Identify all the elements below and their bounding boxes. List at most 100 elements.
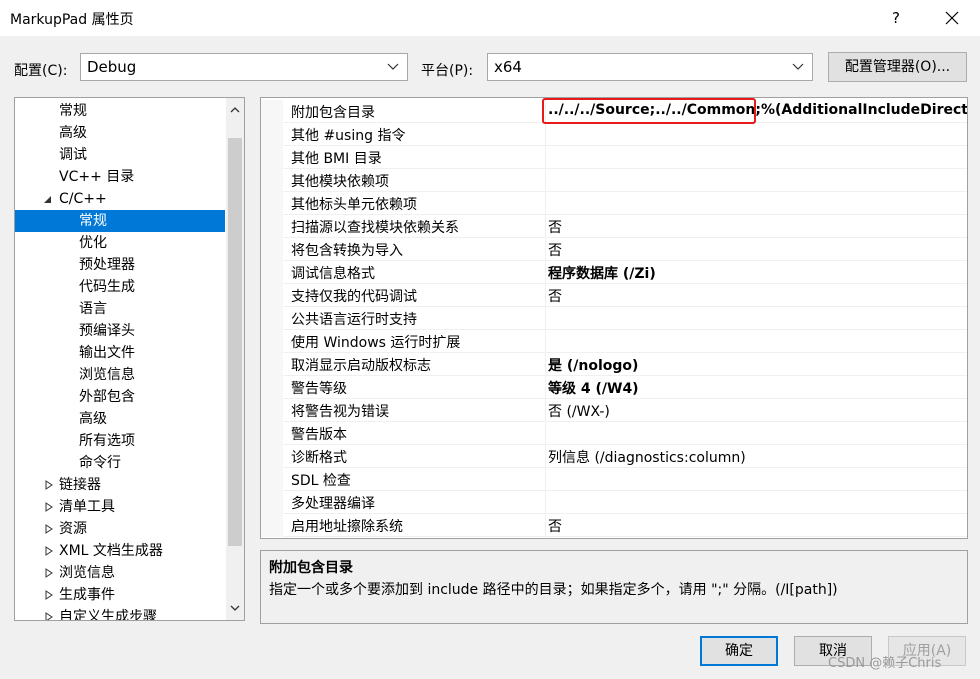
tree-item[interactable]: 浏览信息 (15, 364, 225, 386)
tree-item[interactable]: 调试 (15, 144, 225, 166)
property-value[interactable]: 否 (548, 240, 562, 260)
tree-item[interactable]: 优化 (15, 232, 225, 254)
property-row[interactable]: 警告等级 等级 4 (/W4) (261, 376, 967, 399)
close-button[interactable] (938, 4, 966, 32)
row-gutter (261, 307, 283, 330)
tree-item[interactable]: 命令行 (15, 452, 225, 474)
tree-item[interactable]: 外部包含 (15, 386, 225, 408)
property-name: 扫描源以查找模块依赖关系 (291, 220, 459, 236)
tree-item[interactable]: 预处理器 (15, 254, 225, 276)
collapsed-triangle-icon[interactable] (44, 524, 54, 534)
tree-item-label: 生成事件 (59, 587, 115, 603)
property-value[interactable]: 否 (548, 217, 562, 237)
watermark: CSDN @赖子Chris (828, 656, 942, 671)
tree-item[interactable]: 生成事件 (15, 584, 225, 606)
collapsed-triangle-icon[interactable] (44, 568, 54, 578)
tree-item[interactable]: 预编译头 (15, 320, 225, 342)
tree-item[interactable]: 所有选项 (15, 430, 225, 452)
tree-item[interactable]: 清单工具 (15, 496, 225, 518)
ok-button[interactable]: 确定 (700, 636, 778, 666)
row-gutter (261, 422, 283, 445)
chevron-down-icon[interactable] (229, 602, 241, 614)
property-row[interactable]: 诊断格式 列信息 (/diagnostics:column) (261, 445, 967, 468)
row-gutter (261, 399, 283, 422)
property-row[interactable]: 将包含转换为导入 否 (261, 238, 967, 261)
tree-item-label: 语言 (79, 301, 107, 317)
tree-item[interactable]: 链接器 (15, 474, 225, 496)
category-tree[interactable]: 常规 高级 调试 VC++ 目录 C/C++ 常规 优化 预处理器 代码生成 语… (14, 97, 245, 621)
config-select[interactable]: Debug (80, 53, 408, 81)
property-name: 其他模块依赖项 (291, 174, 389, 190)
tree-item[interactable]: 常规 (15, 100, 225, 122)
chevron-up-icon[interactable] (229, 104, 241, 116)
tree-scrollbar-thumb[interactable] (228, 138, 242, 546)
property-value[interactable]: 否 (548, 516, 562, 536)
tree-item[interactable]: 高级 (15, 122, 225, 144)
collapsed-triangle-icon[interactable] (44, 590, 54, 600)
property-row[interactable]: 启用地址擦除系统 否 (261, 514, 967, 537)
property-value[interactable]: 否 (548, 286, 562, 306)
property-row[interactable]: 扫描源以查找模块依赖关系 否 (261, 215, 967, 238)
property-name: 其他标头单元依赖项 (291, 197, 417, 213)
tree-item-label: 高级 (79, 411, 107, 427)
tree-item-label: 清单工具 (59, 499, 115, 515)
platform-value: x64 (494, 58, 522, 76)
tree-item[interactable]: VC++ 目录 (15, 166, 225, 188)
tree-item[interactable]: 代码生成 (15, 276, 225, 298)
tree-item-cpp[interactable]: C/C++ (15, 188, 225, 210)
collapsed-triangle-icon[interactable] (44, 502, 54, 512)
title-bar: MarkupPad 属性页 ? (0, 0, 980, 36)
tree-item[interactable]: 资源 (15, 518, 225, 540)
property-name: 取消显示启动版权标志 (291, 358, 431, 374)
collapsed-triangle-icon[interactable] (44, 480, 54, 490)
tree-item[interactable]: 高级 (15, 408, 225, 430)
tree-item[interactable]: 浏览信息 (15, 562, 225, 584)
property-row[interactable]: 其他 BMI 目录 (261, 146, 967, 169)
property-row[interactable]: 支持仅我的代码调试 否 (261, 284, 967, 307)
configuration-manager-button[interactable]: 配置管理器(O)... (828, 52, 967, 82)
row-gutter (261, 238, 283, 261)
property-row[interactable]: 取消显示启动版权标志 是 (/nologo) (261, 353, 967, 376)
property-value[interactable]: 列信息 (/diagnostics:column) (548, 447, 746, 467)
collapsed-triangle-icon[interactable] (44, 612, 54, 621)
help-button[interactable]: ? (884, 6, 908, 30)
property-row[interactable]: 其他模块依赖项 (261, 169, 967, 192)
tree-item-cpp-general[interactable]: 常规 (15, 210, 225, 232)
property-row[interactable]: 警告版本 (261, 422, 967, 445)
property-name: 支持仅我的代码调试 (291, 289, 417, 305)
description-text: 指定一个或多个要添加到 include 路径中的目录；如果指定多个，请用 ";"… (269, 582, 838, 598)
property-row[interactable]: 将警告视为错误 否 (/WX-) (261, 399, 967, 422)
description-title: 附加包含目录 (269, 560, 353, 576)
expanded-triangle-icon[interactable] (42, 194, 52, 204)
tree-item[interactable]: 输出文件 (15, 342, 225, 364)
property-value[interactable]: 等级 4 (/W4) (548, 378, 639, 398)
property-name: 将警告视为错误 (291, 404, 389, 420)
property-value[interactable]: 是 (/nologo) (548, 355, 638, 375)
platform-select[interactable]: x64 (487, 53, 813, 81)
row-gutter (261, 192, 283, 215)
property-name: 诊断格式 (291, 450, 347, 466)
tree-item-label: 常规 (79, 213, 107, 229)
tree-item-label: 浏览信息 (59, 565, 115, 581)
tree-scrollbar[interactable] (226, 98, 244, 620)
tree-item-label: 外部包含 (79, 389, 135, 405)
property-row[interactable]: 多处理器编译 (261, 491, 967, 514)
property-grid[interactable]: 附加包含目录 ../../../Source;../../Common;%(Add… (260, 97, 968, 539)
property-value[interactable]: 程序数据库 (/Zi) (548, 263, 656, 283)
property-row[interactable]: 其他 #using 指令 (261, 123, 967, 146)
property-name: SDL 检查 (291, 473, 351, 489)
property-row[interactable]: 公共语言运行时支持 (261, 307, 967, 330)
property-row[interactable]: SDL 检查 (261, 468, 967, 491)
highlight-annotation-box (542, 98, 756, 124)
row-gutter (261, 100, 283, 123)
tree-item[interactable]: XML 文档生成器 (15, 540, 225, 562)
collapsed-triangle-icon[interactable] (44, 546, 54, 556)
tree-item[interactable]: 语言 (15, 298, 225, 320)
property-value[interactable]: 否 (/WX-) (548, 401, 610, 421)
tree-item-label: 命令行 (79, 455, 121, 471)
property-row[interactable]: 其他标头单元依赖项 (261, 192, 967, 215)
tree-item-label: C/C++ (59, 191, 107, 207)
tree-item[interactable]: 自定义生成步骤 (15, 606, 225, 621)
property-row[interactable]: 使用 Windows 运行时扩展 (261, 330, 967, 353)
property-row[interactable]: 调试信息格式 程序数据库 (/Zi) (261, 261, 967, 284)
